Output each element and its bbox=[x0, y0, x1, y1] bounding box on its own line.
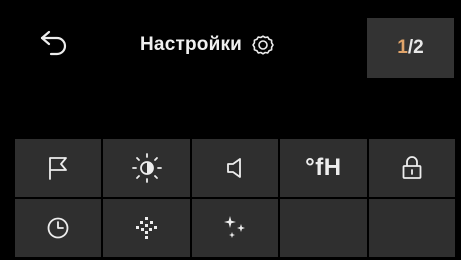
language-tile[interactable] bbox=[15, 139, 102, 197]
brightness-icon bbox=[131, 152, 163, 184]
page-total: 2 bbox=[413, 37, 424, 58]
page-current: 1 bbox=[397, 37, 408, 58]
cleaning-tile[interactable] bbox=[103, 199, 190, 257]
page-indicator[interactable]: 1/2 bbox=[367, 18, 454, 78]
clock-icon bbox=[46, 216, 70, 240]
gear-icon bbox=[250, 32, 276, 58]
flag-icon bbox=[47, 155, 69, 181]
volume-tile[interactable] bbox=[191, 139, 279, 197]
empty-tile bbox=[280, 199, 367, 257]
back-arrow-icon bbox=[37, 29, 71, 57]
sparkles-icon bbox=[221, 214, 249, 242]
page-title: Настройки bbox=[140, 34, 243, 55]
back-button[interactable] bbox=[34, 26, 74, 60]
settings-grid: °fH bbox=[15, 139, 455, 257]
sparkle-dots-icon bbox=[134, 215, 160, 241]
lock-icon bbox=[400, 155, 424, 181]
sparkle-tile[interactable] bbox=[191, 199, 279, 257]
empty-tile bbox=[368, 199, 455, 257]
water-hardness-unit: °fH bbox=[305, 154, 342, 181]
header-title-group: Настройки bbox=[140, 30, 276, 60]
brightness-tile[interactable] bbox=[103, 139, 190, 197]
water-hardness-tile[interactable]: °fH bbox=[280, 139, 367, 197]
clock-tile[interactable] bbox=[15, 199, 102, 257]
volume-icon bbox=[224, 156, 246, 180]
lock-tile[interactable] bbox=[368, 139, 455, 197]
